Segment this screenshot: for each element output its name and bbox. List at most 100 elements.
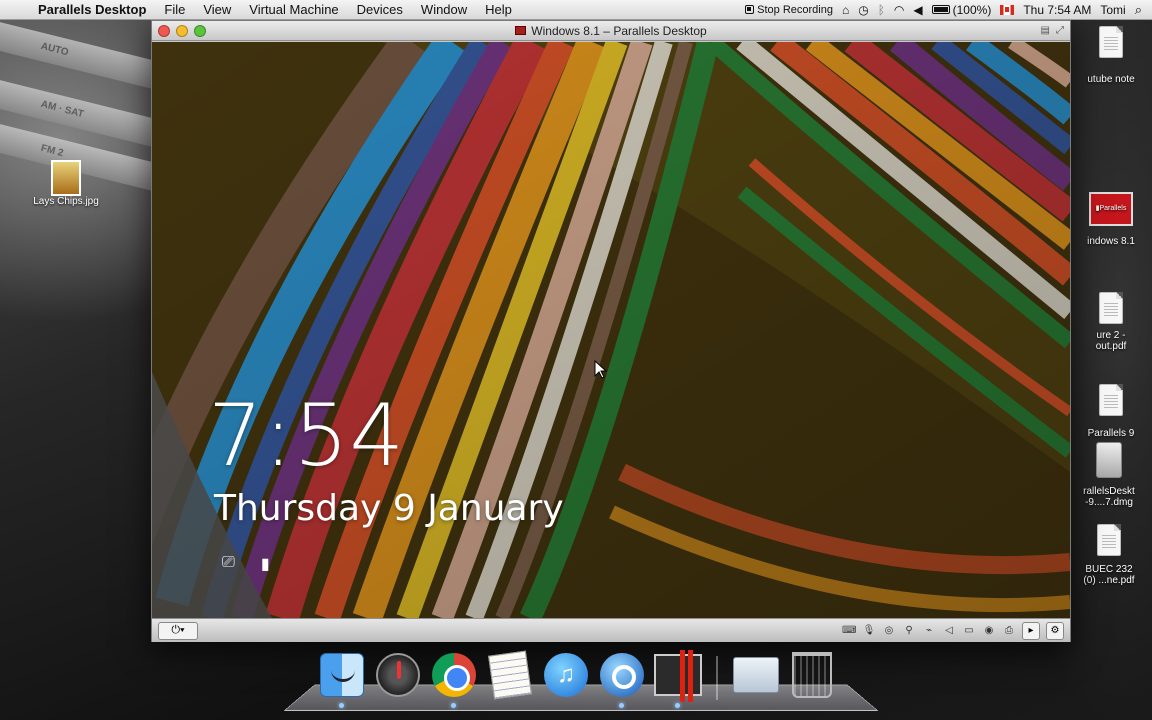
coherence-icon[interactable]: ▤ — [1041, 25, 1050, 36]
wallpaper-dash-strip: AUTO — [0, 16, 171, 92]
dock-finder[interactable] — [318, 650, 366, 708]
vm-status-toolbar: ⏻▾ ⌨ 🎙︎ ◎ ⚲ ⌁ ◁ ▭ ◉ ⎙ ▸ ⚙ — [152, 618, 1070, 642]
battery-icon: ▮ — [260, 556, 270, 573]
finder-icon — [320, 653, 364, 697]
hard-disk-icon[interactable]: ▭ — [962, 625, 976, 637]
desktop-icon-label: utube note — [1087, 74, 1135, 85]
menubar-clock[interactable]: Thu 7:54 AM — [1023, 3, 1091, 17]
device-icons: ⌨ 🎙︎ ◎ ⚲ ⌁ ◁ ▭ ◉ ⎙ ▸ ⚙ — [842, 621, 1064, 640]
desktop-icon-label: BUEC 232 — [1085, 564, 1133, 575]
play-button[interactable]: ▸ — [1022, 621, 1040, 640]
app-menu[interactable]: Parallels Desktop — [34, 2, 155, 17]
usb-icon[interactable]: ⌁ — [922, 625, 936, 637]
desktop-icon-parallels9[interactable]: Parallels 9 — [1072, 384, 1150, 439]
disk-image-icon — [1096, 442, 1122, 478]
textedit-icon — [488, 650, 532, 700]
input-source-flag-icon[interactable] — [1000, 4, 1015, 15]
vm-window-icon — [515, 26, 527, 35]
dashboard-icon — [376, 653, 420, 697]
document-icon — [1099, 384, 1123, 416]
stop-recording-icon — [745, 5, 755, 14]
printer-icon[interactable]: ⎙ — [1002, 625, 1016, 637]
mac-menu-bar: Parallels Desktop File View Virtual Mach… — [0, 0, 1152, 20]
dock-textedit[interactable] — [486, 650, 534, 700]
parallels-vm-icon: ▮Parallels — [1089, 192, 1133, 226]
desktop-icon-figure-pdf[interactable]: ure 2 - out.pdf — [1072, 292, 1150, 352]
downloads-folder-icon — [733, 657, 779, 693]
desktop-icon-label: Parallels 9 — [1087, 428, 1135, 439]
menu-virtual-machine[interactable]: Virtual Machine — [240, 2, 347, 17]
lockscreen-wallpaper — [152, 42, 1070, 618]
bluetooth-icon[interactable]: ᛒ — [878, 4, 885, 16]
desktop-icon-label: out.pdf — [1095, 341, 1127, 352]
pdf-document-icon — [1097, 524, 1121, 556]
minimize-window-button[interactable] — [176, 25, 188, 37]
battery-icon — [931, 5, 950, 14]
desktop-icon-label: (0) ...ne.pdf — [1083, 575, 1135, 586]
chrome-icon — [432, 653, 476, 697]
menu-devices[interactable]: Devices — [348, 2, 412, 17]
trash-icon — [792, 652, 832, 698]
window-title-bar[interactable]: Windows 8.1 – Parallels Desktop ▤ ⤢ — [152, 21, 1070, 41]
document-icon — [1099, 26, 1123, 58]
desktop-icon-youtube-note[interactable]: utube note — [1074, 26, 1148, 85]
desktop-icon-label: Lays Chips.jpg — [33, 196, 99, 207]
home-icon[interactable]: ⌂ — [842, 4, 849, 16]
sound-icon[interactable]: ◁ — [942, 625, 956, 637]
dock-chrome[interactable] — [430, 650, 478, 708]
desktop-icon-label: -9....7.dmg — [1085, 497, 1133, 508]
microphone-icon[interactable]: 🎙︎ — [862, 625, 876, 637]
menu-help[interactable]: Help — [476, 2, 521, 17]
desktop-icon-label: rallelsDeskt — [1083, 486, 1135, 497]
network-adapter-icon[interactable]: ◎ — [882, 625, 896, 637]
desktop-icon-windows81[interactable]: ▮Parallels indows 8.1 — [1072, 192, 1150, 247]
vm-screen[interactable]: 7:54 Thursday 9 January ⎚ ▮ — [152, 42, 1070, 618]
battery-status[interactable]: (100%) — [931, 2, 992, 17]
mouse-cursor-icon — [594, 360, 608, 379]
dock-downloads[interactable] — [732, 650, 780, 700]
dock-trash[interactable] — [788, 650, 836, 700]
menu-file[interactable]: File — [155, 2, 194, 17]
dock-separator — [716, 656, 718, 700]
desktop-icon-lays-chips[interactable]: Lays Chips.jpg — [24, 160, 108, 207]
power-menu-button[interactable]: ⏻▾ — [158, 621, 198, 640]
menu-view[interactable]: View — [194, 2, 240, 17]
menu-window[interactable]: Window — [412, 2, 476, 17]
dock-quicktime[interactable] — [598, 650, 646, 708]
close-window-button[interactable] — [158, 25, 170, 37]
dock-dashboard[interactable] — [374, 650, 422, 700]
desktop-icon-label: ure 2 - — [1096, 330, 1126, 341]
parallels-window[interactable]: Windows 8.1 – Parallels Desktop ▤ ⤢ 7:54… — [151, 20, 1071, 642]
volume-icon[interactable]: ◀ — [913, 4, 922, 16]
itunes-icon: ♫ — [544, 653, 588, 697]
battery-percent: (100%) — [952, 2, 992, 17]
desktop-icon-label: indows 8.1 — [1087, 236, 1135, 247]
status-area: Stop Recording ⌂ ◷ ᛒ ◠ ◀ (100%) Thu 7:54… — [745, 2, 1152, 18]
network-icon: ⎚ — [222, 554, 235, 571]
image-file-icon — [51, 160, 81, 196]
title-right-controls: ▤ ⤢ — [1041, 25, 1064, 36]
stop-recording-label: Stop Recording — [757, 3, 833, 16]
lockscreen-date: Thursday 9 January — [214, 488, 564, 529]
cd-dvd-icon[interactable]: ◉ — [982, 625, 996, 637]
window-controls — [158, 25, 206, 37]
dock-parallels[interactable] — [654, 650, 702, 708]
lockscreen-status-icons: ⎚ ▮ — [222, 554, 270, 574]
fullscreen-icon[interactable]: ⤢ — [1056, 25, 1064, 36]
wifi-icon[interactable]: ◠ — [894, 4, 904, 16]
dock: ♫ — [318, 650, 836, 708]
shared-folders-icon[interactable]: ⚲ — [902, 625, 916, 637]
stop-recording-button[interactable]: Stop Recording — [745, 4, 833, 16]
zoom-window-button[interactable] — [194, 25, 206, 37]
time-machine-icon[interactable]: ◷ — [858, 4, 868, 16]
lockscreen-time: 7:54 — [208, 386, 406, 486]
parallels-icon — [654, 650, 702, 702]
window-title: Windows 8.1 – Parallels Desktop — [531, 23, 707, 38]
spotlight-search-icon[interactable]: ⌕ — [1135, 2, 1142, 18]
settings-gear-button[interactable]: ⚙ — [1046, 621, 1064, 640]
keyboard-icon[interactable]: ⌨ — [842, 625, 856, 637]
desktop-icon-parallels-dmg[interactable]: rallelsDeskt -9....7.dmg — [1068, 442, 1150, 508]
dock-itunes[interactable]: ♫ — [542, 650, 590, 700]
user-name[interactable]: Tomi — [1100, 3, 1125, 17]
desktop-icon-buec-pdf[interactable]: BUEC 232 (0) ...ne.pdf — [1068, 524, 1150, 586]
